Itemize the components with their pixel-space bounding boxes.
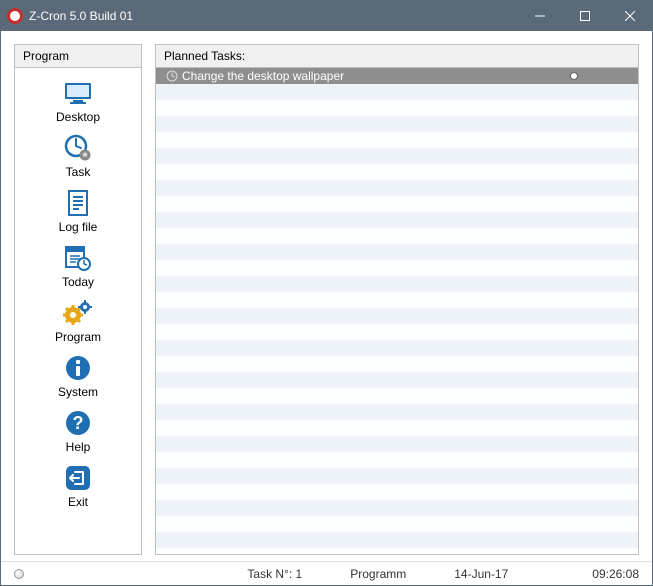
task-row-empty — [156, 308, 638, 324]
sidebar-item-label: Program — [55, 330, 101, 344]
exit-icon — [62, 462, 94, 494]
sidebar-item-label: Today — [62, 275, 94, 289]
status-led-icon — [14, 569, 24, 579]
task-row-empty — [156, 404, 638, 420]
task-row-empty — [156, 228, 638, 244]
task-row-empty — [156, 196, 638, 212]
task-row-empty — [156, 340, 638, 356]
main-header: Planned Tasks: — [156, 45, 638, 68]
system-icon — [62, 352, 94, 384]
task-row-empty — [156, 356, 638, 372]
task-list[interactable]: Change the desktop wallpaper — [156, 68, 638, 554]
sidebar-item-label: Exit — [68, 495, 88, 509]
task-icon — [62, 132, 94, 164]
close-button[interactable] — [607, 1, 652, 31]
close-icon — [625, 11, 635, 21]
sidebar-item-system[interactable]: System — [15, 347, 141, 402]
task-row-empty — [156, 180, 638, 196]
task-row-empty — [156, 468, 638, 484]
task-row-empty — [156, 500, 638, 516]
content-area: Program Desktop Task Log file Today Program S… — [1, 31, 652, 561]
sidebar-panel: Program Desktop Task Log file Today Program S… — [14, 44, 142, 555]
sidebar-item-exit[interactable]: Exit — [15, 457, 141, 512]
task-row-empty — [156, 324, 638, 340]
help-icon: ? — [62, 407, 94, 439]
task-row-empty — [156, 260, 638, 276]
task-row-empty — [156, 84, 638, 100]
maximize-button[interactable] — [562, 1, 607, 31]
status-time: 09:26:08 — [532, 567, 639, 581]
sidebar-item-today[interactable]: Today — [15, 237, 141, 292]
task-row-empty — [156, 148, 638, 164]
desktop-icon — [62, 77, 94, 109]
sidebar-item-log-file[interactable]: Log file — [15, 182, 141, 237]
task-row-empty — [156, 532, 638, 548]
status-task-count: Task N°: 1 — [223, 567, 326, 581]
sidebar-item-label: Help — [66, 440, 91, 454]
sidebar-item-label: System — [58, 385, 98, 399]
titlebar: Z-Cron 5.0 Build 01 — [1, 1, 652, 31]
sidebar-header: Program — [15, 45, 141, 68]
task-row[interactable]: Change the desktop wallpaper — [156, 68, 638, 84]
sidebar-body: Desktop Task Log file Today Program System? He… — [15, 68, 141, 554]
task-row-empty — [156, 516, 638, 532]
app-icon — [7, 8, 23, 24]
task-row-empty — [156, 372, 638, 388]
task-row-empty — [156, 548, 638, 554]
task-row-empty — [156, 436, 638, 452]
status-program: Programm — [326, 567, 430, 581]
sidebar-item-label: Task — [66, 165, 91, 179]
sidebar-item-program[interactable]: Program — [15, 292, 141, 347]
task-row-empty — [156, 244, 638, 260]
task-row-empty — [156, 292, 638, 308]
task-row-empty — [156, 484, 638, 500]
task-row-empty — [156, 132, 638, 148]
status-date: 14-Jun-17 — [430, 567, 532, 581]
task-row-empty — [156, 388, 638, 404]
task-row-empty — [156, 116, 638, 132]
sidebar-item-label: Desktop — [56, 110, 100, 124]
task-status-icon — [570, 72, 578, 80]
svg-text:?: ? — [73, 413, 84, 433]
task-row-empty — [156, 420, 638, 436]
sidebar-item-help[interactable]: ? Help — [15, 402, 141, 457]
sidebar-item-task[interactable]: Task — [15, 127, 141, 182]
sidebar-item-desktop[interactable]: Desktop — [15, 72, 141, 127]
task-type-icon — [166, 70, 178, 82]
minimize-icon — [535, 11, 545, 21]
sidebar-item-label: Log file — [59, 220, 98, 234]
task-row-empty — [156, 212, 638, 228]
task-row-empty — [156, 452, 638, 468]
program-icon — [62, 297, 94, 329]
task-row-empty — [156, 164, 638, 180]
minimize-button[interactable] — [517, 1, 562, 31]
maximize-icon — [580, 11, 590, 21]
main-panel: Planned Tasks: Change the desktop wallpa… — [155, 44, 639, 555]
task-row-empty — [156, 100, 638, 116]
task-row-label: Change the desktop wallpaper — [182, 69, 570, 83]
logfile-icon — [62, 187, 94, 219]
today-icon — [62, 242, 94, 274]
window-title: Z-Cron 5.0 Build 01 — [29, 9, 133, 23]
statusbar: Task N°: 1 Programm 14-Jun-17 09:26:08 — [1, 561, 652, 585]
task-row-empty — [156, 276, 638, 292]
